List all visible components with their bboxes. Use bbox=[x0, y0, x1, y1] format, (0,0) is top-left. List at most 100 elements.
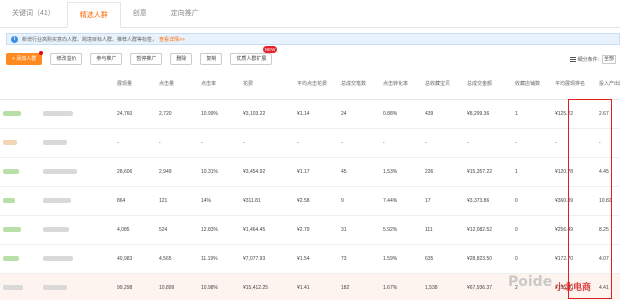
table-row[interactable]: ------------ bbox=[0, 128, 620, 158]
table-cell: 10.82 bbox=[596, 186, 620, 216]
crowd-name-cell[interactable] bbox=[40, 186, 114, 216]
table-cell: 17 bbox=[422, 186, 464, 216]
table-row[interactable]: 28,606 2,949 10.31% ¥3,454.92 ¥1.17 45 1.53% 23… bbox=[0, 157, 620, 187]
table-header[interactable]: 总成交金额 bbox=[464, 69, 512, 100]
tab-targeting[interactable]: 定向推广 bbox=[159, 1, 211, 27]
join-promotion-button[interactable]: 参与推广 bbox=[90, 53, 123, 65]
table-header bbox=[40, 69, 114, 100]
optimize-crowd-button[interactable]: 优质人群扩展 NEW bbox=[230, 46, 278, 65]
table-cell: ¥1.41 bbox=[294, 273, 338, 300]
table-cell: 1 bbox=[512, 99, 552, 129]
table-cell: - bbox=[294, 128, 338, 158]
crowd-name-cell[interactable] bbox=[40, 273, 114, 300]
row-thumbnail bbox=[0, 157, 40, 187]
add-crowd-label: + 添加人群 bbox=[12, 56, 37, 62]
redacted-thumbnail bbox=[3, 168, 19, 174]
table-cell: ¥67,936.37 bbox=[464, 273, 512, 300]
table-cell: ¥15,357.22 bbox=[464, 157, 512, 187]
table-cell: 1,538 bbox=[422, 273, 464, 300]
table-cell: 0 bbox=[512, 215, 552, 245]
redacted-thumbnail bbox=[3, 197, 15, 203]
table-cell: 864 bbox=[114, 186, 156, 216]
table-row[interactable]: 4,085 524 12.83% ¥1,464.45 ¥2.79 31 5.92% 111 ¥1… bbox=[0, 215, 620, 245]
table-cell: 8.25 bbox=[596, 215, 620, 245]
table-cell: 1.67% bbox=[380, 273, 422, 300]
table-cell: 40,983 bbox=[114, 244, 156, 274]
table-header[interactable]: 总成交笔数 bbox=[338, 69, 380, 100]
table-cell: - bbox=[338, 128, 380, 158]
row-thumbnail bbox=[0, 215, 40, 245]
crowd-name-cell[interactable] bbox=[40, 128, 114, 158]
table-header[interactable]: 投入产出比 bbox=[596, 69, 620, 100]
table-row[interactable]: 40,983 4,565 11.19% ¥7,077.93 ¥1.54 73 1.59% 63… bbox=[0, 244, 620, 274]
table-cell: - bbox=[464, 128, 512, 158]
redacted-thumbnail bbox=[3, 110, 21, 116]
table-cell: ¥15,412.25 bbox=[240, 273, 294, 300]
list-icon bbox=[569, 57, 576, 62]
table-cell: 12.83% bbox=[198, 215, 240, 245]
table-row[interactable]: 24,760 2,720 10.99% ¥3,103.22 ¥1.14 24 0.88% 43… bbox=[0, 99, 620, 129]
tab-selected-crowds[interactable]: 精选人群 bbox=[66, 2, 121, 28]
table-header[interactable]: 平均展现排名 bbox=[552, 69, 596, 100]
table-cell: 45 bbox=[338, 157, 380, 187]
table-cell: - bbox=[198, 128, 240, 158]
table-cell: 2,949 bbox=[156, 157, 198, 187]
crowd-name-cell[interactable] bbox=[40, 215, 114, 245]
table-cell: 10.98% bbox=[198, 273, 240, 300]
tab-creative[interactable]: 创意 bbox=[121, 1, 159, 27]
table-header[interactable]: 总收藏宝贝 bbox=[422, 69, 464, 100]
table-header[interactable]: 平均点击花费 bbox=[294, 69, 338, 100]
table-cell: ¥125.22 bbox=[552, 99, 596, 129]
table-header[interactable]: 收藏店铺数 bbox=[512, 69, 552, 100]
table-header[interactable]: 展现量 bbox=[114, 69, 156, 100]
redacted-crowd-name bbox=[43, 226, 69, 232]
table-cell: - bbox=[512, 128, 552, 158]
delete-button[interactable]: 删除 bbox=[170, 53, 193, 65]
add-crowd-button[interactable]: + 添加人群 bbox=[6, 51, 44, 65]
table-cell: ¥172.70 bbox=[552, 244, 596, 274]
table-cell: - bbox=[422, 128, 464, 158]
crowd-table: 展现量 点击量 点击率 花费 平均点击花费 总成交笔数 点击转化率 总收藏宝贝 … bbox=[0, 69, 620, 300]
table-cell: ¥3,103.22 bbox=[240, 99, 294, 129]
table-header[interactable]: 点击量 bbox=[156, 69, 198, 100]
table-cell: ¥1,464.45 bbox=[240, 215, 294, 245]
table-cell: ¥120.78 bbox=[552, 157, 596, 187]
table-cell: 4,085 bbox=[114, 215, 156, 245]
pause-promotion-button[interactable]: 暂停推广 bbox=[130, 53, 163, 65]
table-row[interactable]: 864 121 14% ¥311.81 ¥2.58 9 7.44% 17 ¥3,373.86 0 ¥… bbox=[0, 186, 620, 216]
copy-button[interactable]: 复制 bbox=[200, 53, 223, 65]
table-cell: 10.31% bbox=[198, 157, 240, 187]
modify-bid-button[interactable]: 修改溢价 bbox=[50, 53, 83, 65]
table-header[interactable]: 点击转化率 bbox=[380, 69, 422, 100]
crowd-name-cell[interactable] bbox=[40, 99, 114, 129]
crowd-name-cell[interactable] bbox=[40, 244, 114, 274]
table-cell: ¥256.49 bbox=[552, 215, 596, 245]
table-header[interactable]: 花费 bbox=[240, 69, 294, 100]
watermark: Poide bbox=[508, 274, 553, 290]
table-cell: 0 bbox=[512, 186, 552, 216]
table-cell: 5.92% bbox=[380, 215, 422, 245]
field-settings: 细分条件: 全部 bbox=[569, 55, 616, 64]
table-cell: - bbox=[552, 128, 596, 158]
crowd-name-cell[interactable] bbox=[40, 157, 114, 187]
table-cell: 236 bbox=[422, 157, 464, 187]
row-thumbnail bbox=[0, 128, 40, 158]
tab-keywords[interactable]: 关键词（41） bbox=[0, 1, 67, 27]
row-thumbnail bbox=[0, 244, 40, 274]
table-cell: ¥3,373.86 bbox=[464, 186, 512, 216]
redacted-thumbnail bbox=[3, 255, 19, 261]
table-cell: 10,899 bbox=[156, 273, 198, 300]
redacted-crowd-name bbox=[43, 139, 67, 145]
redacted-thumbnail bbox=[3, 226, 21, 232]
table-cell: 4.41 bbox=[596, 273, 620, 300]
table-cell: 10.99% bbox=[198, 99, 240, 129]
table-header[interactable]: 点击率 bbox=[198, 69, 240, 100]
field-select[interactable]: 全部 bbox=[602, 55, 616, 64]
table-cell: 24,760 bbox=[114, 99, 156, 129]
table-cell: ¥360.89 bbox=[552, 186, 596, 216]
table-header-row: 展现量 点击量 点击率 花费 平均点击花费 总成交笔数 点击转化率 总收藏宝贝 … bbox=[0, 69, 620, 100]
field-settings-label: 细分条件: bbox=[577, 57, 599, 63]
notice-link[interactable]: 查看详情>> bbox=[159, 36, 185, 43]
table-cell: ¥2.79 bbox=[294, 215, 338, 245]
redacted-crowd-name bbox=[43, 197, 71, 203]
